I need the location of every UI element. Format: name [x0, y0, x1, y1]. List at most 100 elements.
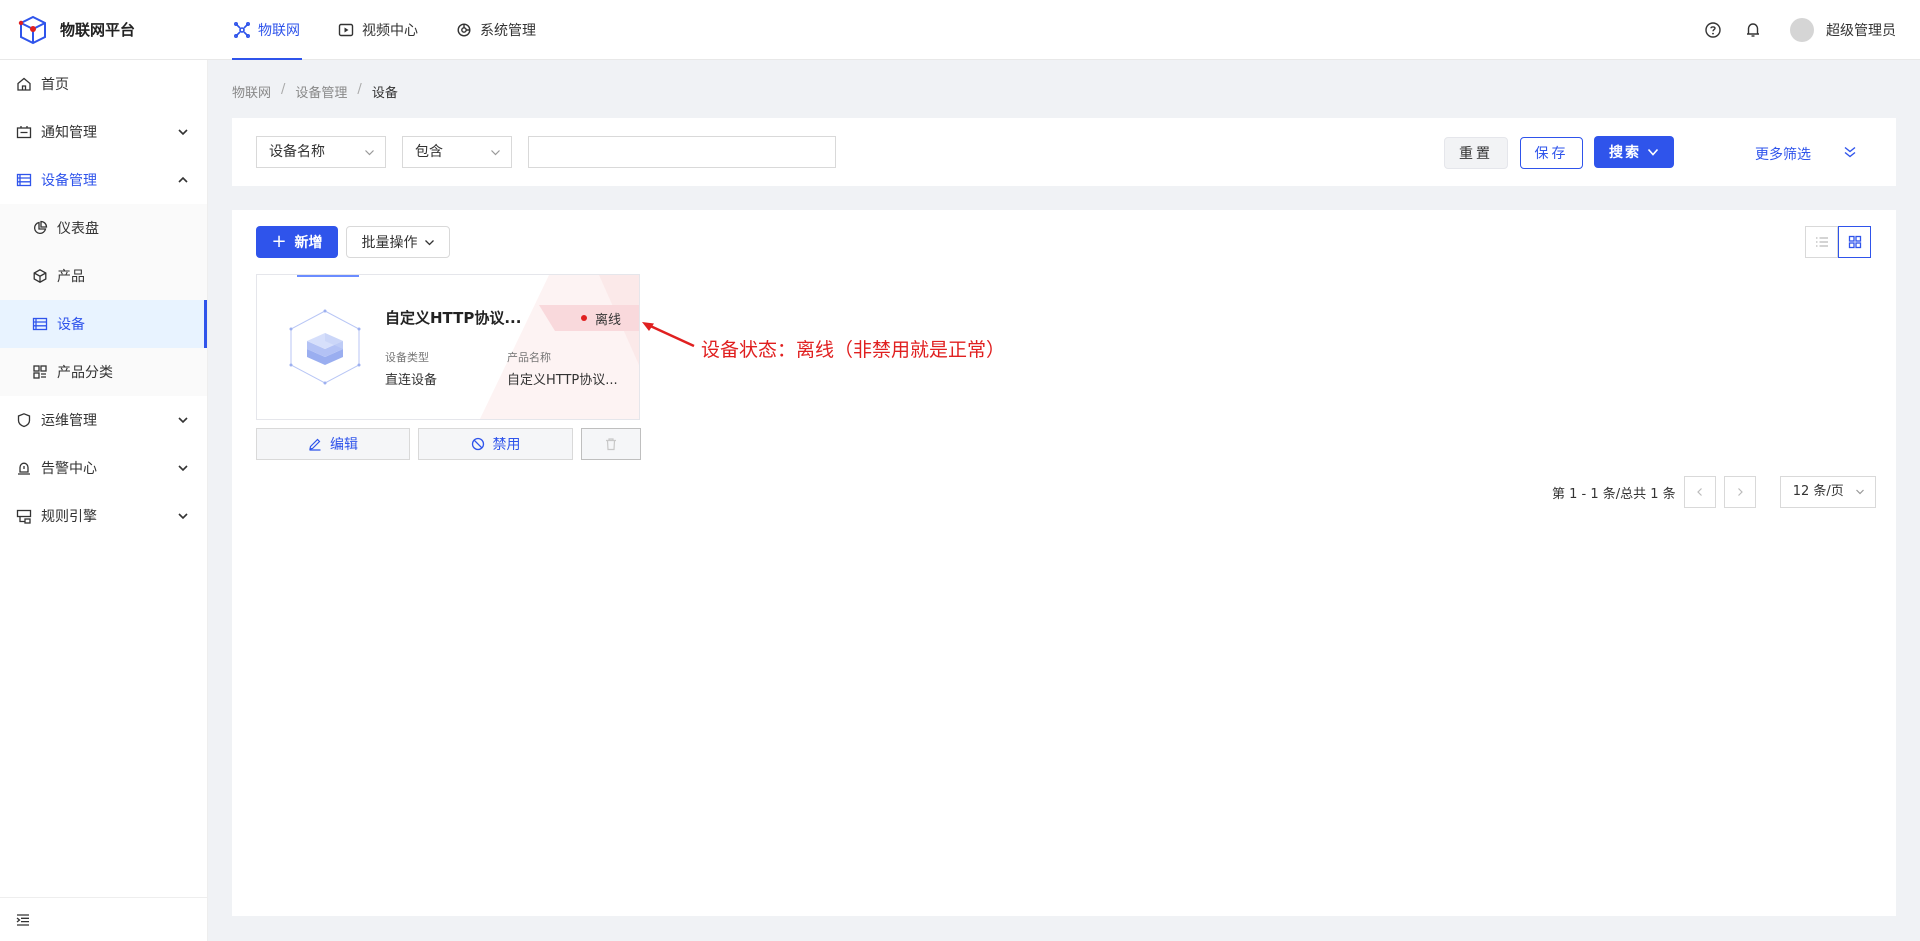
- prev-page-button[interactable]: [1683, 476, 1716, 508]
- menu-fold-icon[interactable]: [16, 913, 30, 927]
- breadcrumb-item-iot[interactable]: 物联网: [232, 82, 271, 101]
- device-type-value: 直连设备: [385, 373, 438, 388]
- pie-chart-icon: [33, 220, 48, 235]
- bell-icon[interactable]: [1744, 21, 1762, 39]
- chevron-left-icon: [1696, 488, 1702, 496]
- chevron-down-icon: [178, 513, 188, 520]
- sidebar-item-alarm[interactable]: 告警中心: [0, 444, 207, 492]
- card-view-button[interactable]: [1838, 226, 1871, 258]
- list-icon: [1815, 237, 1828, 247]
- edit-button-label: 编辑: [330, 437, 358, 453]
- add-button[interactable]: + 新增: [256, 226, 338, 258]
- double-chevron-down-icon[interactable]: [1843, 145, 1857, 159]
- more-filter-link[interactable]: 更多筛选: [1755, 144, 1811, 164]
- product-name-label: 产品名称: [507, 351, 551, 364]
- save-button[interactable]: 保存: [1520, 137, 1583, 169]
- sidebar-item-device[interactable]: 设备: [0, 300, 207, 348]
- sidebar-item-label: 设备管理: [41, 173, 97, 189]
- chevron-down-icon: [365, 150, 374, 156]
- status-dot: [581, 315, 587, 321]
- shield-icon: [17, 413, 31, 428]
- page-size-select[interactable]: 12 条/页: [1779, 476, 1876, 508]
- breadcrumb-separator: /: [281, 82, 286, 97]
- pagination: 第 1 - 1 条/总共 1 条 12 条/页: [1552, 476, 1876, 508]
- delete-button[interactable]: [581, 428, 641, 460]
- sidebar-item-label: 设备: [57, 317, 85, 333]
- sidebar-item-dashboard[interactable]: 仪表盘: [0, 204, 207, 252]
- logo-cube-icon: [18, 15, 46, 44]
- list-view-button[interactable]: [1805, 226, 1838, 258]
- filter-operator-select[interactable]: 包含: [402, 136, 512, 168]
- sidebar-item-label: 产品分类: [57, 365, 113, 381]
- grid-icon: [1848, 235, 1861, 249]
- username[interactable]: 超级管理员: [1826, 20, 1896, 40]
- app-title: 物联网平台: [60, 21, 136, 39]
- status-badge: 离线: [539, 305, 639, 331]
- pagination-summary: 第 1 - 1 条/总共 1 条: [1552, 486, 1676, 502]
- top-nav: 物联网 视频中心 系统管理: [232, 0, 572, 60]
- ban-icon: [471, 437, 484, 451]
- search-button-label: 搜索: [1609, 145, 1641, 161]
- video-icon: [338, 23, 354, 36]
- topnav-system[interactable]: 系统管理: [454, 0, 538, 60]
- view-toggle: [1805, 226, 1871, 258]
- reset-button[interactable]: 重置: [1444, 137, 1508, 169]
- sidebar-item-label: 通知管理: [41, 125, 97, 141]
- edit-icon: [309, 438, 321, 451]
- edit-button[interactable]: 编辑: [256, 428, 410, 460]
- chevron-down-icon: [1855, 489, 1864, 495]
- sidebar-item-label: 产品: [57, 269, 85, 285]
- filter-field-value: 设备名称: [269, 144, 325, 160]
- device-list-icon: [32, 317, 48, 331]
- sidebar-item-home[interactable]: 首页: [0, 60, 207, 108]
- home-icon: [17, 77, 31, 91]
- topnav-system-label: 系统管理: [480, 22, 536, 39]
- sidebar-item-device-mgmt[interactable]: 设备管理: [0, 156, 207, 204]
- sidebar-item-product-category[interactable]: 产品分类: [0, 348, 207, 396]
- device-card[interactable]: 自定义HTTP协议... 离线 设备类型 直连设备 产品名称 自定义HTTP协议…: [256, 274, 640, 420]
- chevron-down-icon: [178, 417, 188, 424]
- sidebar-item-label: 仪表盘: [57, 221, 99, 237]
- trash-icon: [606, 438, 616, 451]
- sidebar-item-label: 首页: [41, 77, 69, 93]
- annotation-text: 设备状态：离线（非禁用就是正常）: [701, 339, 1006, 361]
- plus-icon: +: [271, 231, 287, 252]
- sidebar-item-label: 运维管理: [41, 413, 97, 429]
- next-page-button[interactable]: [1723, 476, 1756, 508]
- device-cube-icon: [289, 309, 361, 385]
- chevron-down-icon: [178, 465, 188, 472]
- help-icon[interactable]: [1704, 21, 1722, 39]
- add-button-label: 新增: [294, 235, 323, 251]
- breadcrumb-item-device: 设备: [371, 86, 398, 101]
- topnav-video[interactable]: 视频中心: [336, 0, 420, 60]
- notice-icon: [16, 126, 32, 139]
- breadcrumb-item-device-mgmt[interactable]: 设备管理: [295, 82, 347, 101]
- avatar[interactable]: [1790, 18, 1814, 42]
- filter-field-select[interactable]: 设备名称: [256, 136, 386, 168]
- chevron-down-icon: [1647, 148, 1659, 156]
- sidebar-item-ops[interactable]: 运维管理: [0, 396, 207, 444]
- sidebar: 首页 通知管理 设备管理 仪表盘 产品 设备 产品分类 运维管理 告警中心 规则…: [0, 60, 208, 941]
- device-name: 自定义HTTP协议...: [385, 309, 522, 327]
- device-type-label: 设备类型: [385, 351, 429, 364]
- sidebar-item-product[interactable]: 产品: [0, 252, 207, 300]
- breadcrumb: 物联网 / 设备管理 / 设备: [232, 82, 398, 101]
- topnav-iot[interactable]: 物联网: [232, 0, 302, 60]
- filter-value-input[interactable]: [528, 136, 836, 168]
- topnav-iot-label: 物联网: [258, 22, 300, 39]
- sidebar-item-notice[interactable]: 通知管理: [0, 108, 207, 156]
- batch-operation-dropdown[interactable]: 批量操作: [346, 226, 450, 258]
- status-badge-background: [539, 305, 639, 331]
- chevron-up-icon: [178, 176, 188, 183]
- batch-operation-label: 批量操作: [361, 235, 418, 251]
- app-logo[interactable]: 物联网平台: [0, 15, 208, 45]
- disable-button[interactable]: 禁用: [418, 428, 573, 460]
- sidebar-collapse-bar: [0, 897, 207, 941]
- top-bar: 物联网平台 物联网 视频中心 系统管理 超级管理员: [0, 0, 1920, 60]
- sidebar-item-rules[interactable]: 规则引擎: [0, 492, 207, 540]
- category-icon: [33, 365, 47, 379]
- card-background-decoration: [479, 275, 639, 419]
- search-button[interactable]: 搜索: [1594, 136, 1674, 168]
- alarm-icon: [18, 462, 30, 475]
- filter-panel: 设备名称 包含 重置 保存 搜索 更多筛选: [232, 118, 1896, 186]
